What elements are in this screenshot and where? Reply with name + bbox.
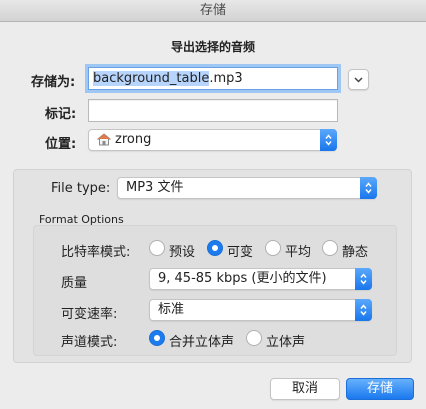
tags-input[interactable] (88, 99, 338, 122)
variable-speed-value: 标准 (158, 302, 185, 317)
save-as-label: 存储为: (31, 75, 76, 90)
home-folder-icon (97, 133, 111, 146)
chevron-down-icon (354, 76, 363, 83)
channel-mode-label: 声道模式: (61, 335, 118, 350)
filename-extension: .mp3 (209, 71, 243, 86)
format-options-legend: Format Options (39, 213, 124, 226)
quality-stepper (355, 268, 372, 290)
bitrate-variable-radio[interactable] (207, 240, 223, 256)
variable-speed-popup[interactable]: 标准 (149, 299, 372, 321)
location-popup[interactable]: zrong (88, 129, 337, 151)
up-down-arrows-icon (360, 273, 367, 285)
quality-label: 质量 (61, 276, 88, 291)
bitrate-mode-label: 比特率模式: (61, 245, 131, 260)
cancel-button[interactable]: 取消 (270, 378, 340, 400)
file-type-popup[interactable]: MP3 文件 (117, 177, 377, 199)
window-title: 存储 (0, 0, 426, 22)
up-down-arrows-icon (360, 304, 367, 316)
bitrate-preset-radio[interactable] (149, 240, 165, 256)
location-label: 位置: (45, 137, 77, 152)
save-button[interactable]: 存储 (346, 378, 414, 400)
tags-label: 标记: (45, 107, 77, 122)
expand-dialog-button[interactable] (348, 69, 369, 90)
filename-selection: background_table (93, 71, 210, 86)
location-stepper (320, 129, 337, 151)
channel-joint-stereo-radio[interactable] (149, 330, 165, 346)
bitrate-preset-label[interactable]: 预设 (169, 241, 195, 260)
variable-speed-label: 可变速率: (61, 307, 118, 322)
bitrate-average-label[interactable]: 平均 (285, 241, 311, 260)
quality-value: 9, 45-85 kbps (更小的文件) (158, 271, 327, 286)
variable-speed-stepper (355, 299, 372, 321)
save-as-input[interactable]: background_table.mp3 (88, 67, 338, 90)
channel-joint-stereo-label[interactable]: 合并立体声 (169, 331, 234, 350)
up-down-arrows-icon (365, 182, 372, 194)
bitrate-average-radio[interactable] (265, 240, 281, 256)
bitrate-variable-label[interactable]: 可变 (227, 241, 253, 260)
channel-stereo-label[interactable]: 立体声 (266, 331, 305, 350)
bitrate-constant-radio[interactable] (322, 240, 338, 256)
file-type-stepper (360, 177, 377, 199)
bitrate-constant-label[interactable]: 静态 (342, 241, 368, 260)
quality-popup[interactable]: 9, 45-85 kbps (更小的文件) (149, 268, 372, 290)
channel-stereo-radio[interactable] (246, 330, 262, 346)
file-type-value: MP3 文件 (126, 180, 184, 195)
up-down-arrows-icon (325, 134, 332, 146)
location-value: zrong (115, 132, 152, 147)
dialog-subtitle: 导出选择的音频 (170, 40, 255, 54)
file-type-label: File type: (51, 181, 111, 196)
